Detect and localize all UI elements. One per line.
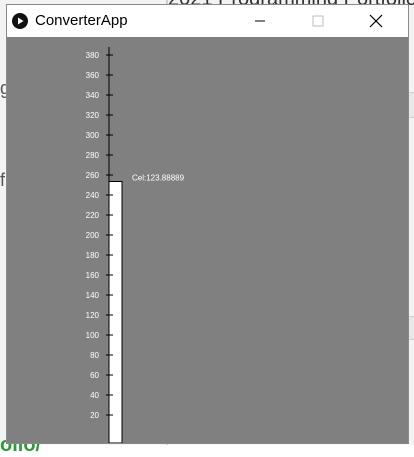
thermometer-gauge: 20 40 60 80 100 120 140 160 180 200 220 240 260 280 30… bbox=[86, 47, 185, 443]
gauge-tick-label: 300 bbox=[86, 131, 100, 140]
gauge-tick-label: 20 bbox=[90, 411, 99, 420]
app-play-icon bbox=[12, 13, 28, 29]
gauge-tick-label: 360 bbox=[86, 71, 100, 80]
maximize-button[interactable] bbox=[295, 5, 341, 37]
gauge-value-label: Cel:123.88889 bbox=[132, 174, 185, 183]
converter-window: ConverterApp 20 40 60 80 100 120 140 160 180 200 2… bbox=[6, 4, 409, 444]
gauge-tick-label: 380 bbox=[86, 51, 100, 60]
gauge-tick-label: 340 bbox=[86, 91, 100, 100]
title-bar[interactable]: ConverterApp bbox=[7, 5, 408, 37]
gauge-tick-label: 280 bbox=[86, 151, 100, 160]
gauge-tick-label: 220 bbox=[86, 211, 100, 220]
gauge-tick-label: 140 bbox=[86, 291, 100, 300]
gauge-tick-label: 100 bbox=[86, 331, 100, 340]
background-text-fragment: f bbox=[0, 170, 6, 190]
window-title: ConverterApp bbox=[35, 12, 128, 29]
gauge-canvas: 20 40 60 80 100 120 140 160 180 200 220 240 260 280 30… bbox=[7, 37, 408, 443]
gauge-tick-label: 180 bbox=[86, 251, 100, 260]
gauge-tick-label: 320 bbox=[86, 111, 100, 120]
close-icon bbox=[369, 14, 383, 28]
gauge-tick-label: 60 bbox=[90, 371, 99, 380]
gauge-tick-label: 160 bbox=[86, 271, 100, 280]
gauge-bar bbox=[108, 181, 123, 443]
gauge-tick-label: 120 bbox=[86, 311, 100, 320]
gauge-tick-label: 80 bbox=[90, 351, 99, 360]
gauge-tick-label: 260 bbox=[86, 171, 100, 180]
gauge-tick-label: 40 bbox=[90, 391, 99, 400]
minimize-icon bbox=[255, 20, 265, 22]
minimize-button[interactable] bbox=[237, 5, 283, 37]
gauge-tick-label: 200 bbox=[86, 231, 100, 240]
gauge-tick-label: 240 bbox=[86, 191, 100, 200]
close-button[interactable] bbox=[353, 5, 399, 37]
maximize-icon bbox=[312, 15, 324, 27]
